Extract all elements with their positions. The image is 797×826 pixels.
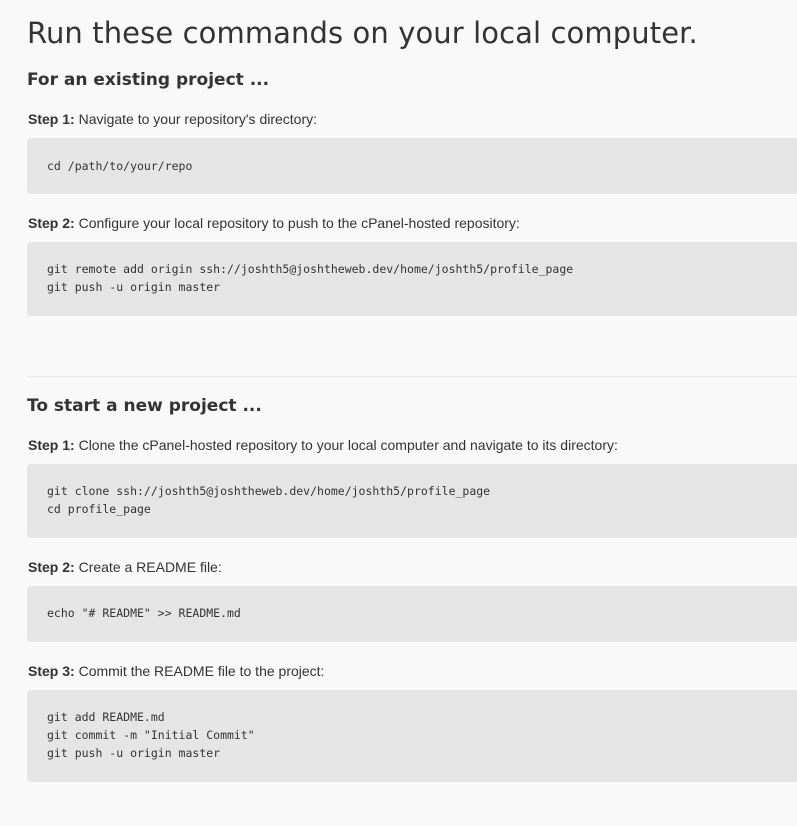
step-label: Step 1: (28, 111, 75, 127)
step-label: Step 2: (28, 215, 75, 231)
step-label: Step 2: (28, 559, 75, 575)
step-description: Create a README file: (78, 559, 222, 575)
code-line[interactable]: cd /path/to/your/repo (47, 157, 797, 175)
existing-step-1-code-block[interactable]: cd /path/to/your/repo (27, 138, 797, 194)
step-label: Step 3: (28, 663, 75, 679)
code-line[interactable]: git push -u origin master (47, 744, 797, 762)
page-title: Run these commands on your local compute… (27, 16, 698, 50)
code-line[interactable]: git commit -m "Initial Commit" (47, 726, 797, 744)
new-step-2-instruction: Step 2: Create a README file: (28, 559, 222, 575)
code-line[interactable]: git clone ssh://joshth5@joshtheweb.dev/h… (47, 482, 797, 500)
new-project-heading: To start a new project ... (27, 396, 262, 416)
new-step-1-instruction: Step 1: Clone the cPanel-hosted reposito… (28, 437, 618, 453)
code-line[interactable]: git remote add origin ssh://joshth5@josh… (47, 260, 797, 278)
section-divider (27, 376, 797, 377)
new-step-3-instruction: Step 3: Commit the README file to the pr… (28, 663, 324, 679)
existing-step-1-instruction: Step 1: Navigate to your repository's di… (28, 111, 317, 127)
code-line[interactable]: echo "# README" >> README.md (47, 604, 797, 622)
step-description: Navigate to your repository's directory: (78, 111, 318, 127)
new-step-2-code-block[interactable]: echo "# README" >> README.md (27, 586, 797, 642)
existing-project-heading: For an existing project ... (27, 70, 270, 90)
new-step-3-code-block[interactable]: git add README.md git commit -m "Initial… (27, 690, 797, 782)
step-description: Commit the README file to the project: (78, 663, 325, 679)
existing-step-2-instruction: Step 2: Configure your local repository … (28, 215, 520, 231)
code-line[interactable]: cd profile_page (47, 500, 797, 518)
existing-step-2-code-block[interactable]: git remote add origin ssh://joshth5@josh… (27, 242, 797, 316)
step-description: Clone the cPanel-hosted repository to yo… (78, 437, 618, 453)
code-line[interactable]: git push -u origin master (47, 278, 797, 296)
step-label: Step 1: (28, 437, 75, 453)
code-line[interactable]: git add README.md (47, 708, 797, 726)
new-step-1-code-block[interactable]: git clone ssh://joshth5@joshtheweb.dev/h… (27, 464, 797, 538)
step-description: Configure your local repository to push … (78, 215, 520, 231)
